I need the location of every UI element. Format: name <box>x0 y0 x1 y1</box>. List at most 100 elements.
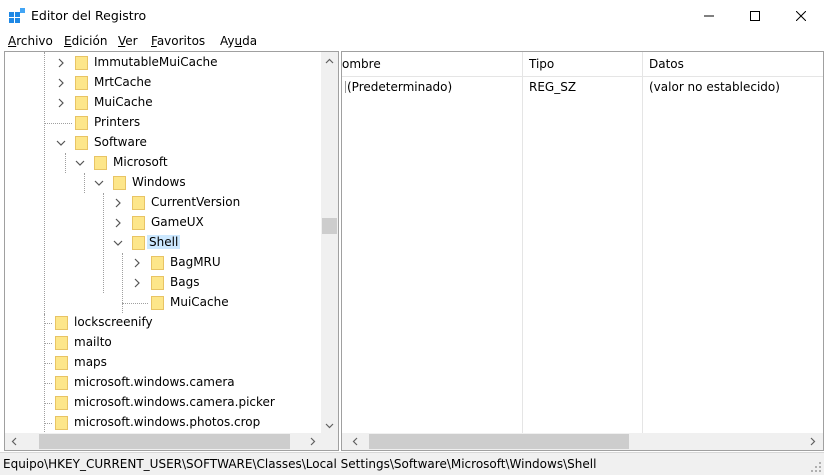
string-value-icon <box>342 81 346 93</box>
tree-item-label: Microsoft <box>113 155 168 169</box>
tree-item-label: Shell <box>147 235 181 249</box>
list-horizontal-scrollbar[interactable] <box>342 433 823 450</box>
values-list[interactable]: ombre Tipo Datos (Predeterminado) REG_SZ… <box>341 51 824 451</box>
tree-item-bags[interactable]: Bags <box>5 273 321 293</box>
tree-item-microsoft[interactable]: Microsoft <box>5 153 321 173</box>
column-divider[interactable] <box>642 52 643 434</box>
tree-item-maps[interactable]: maps <box>5 353 321 373</box>
chevron-right-icon[interactable] <box>56 77 66 89</box>
value-name: (Predeterminado) <box>342 80 452 94</box>
chevron-right-icon[interactable] <box>56 57 66 69</box>
current-key-path: Equipo\HKEY_CURRENT_USER\SOFTWARE\Classe… <box>3 457 597 471</box>
folder-icon <box>75 96 88 110</box>
resize-grip-icon[interactable] <box>810 461 822 473</box>
tree-item-label: microsoft.windows.camera.picker <box>74 395 275 409</box>
tree-guide <box>122 303 148 304</box>
column-header-tipo[interactable]: Tipo <box>529 52 554 76</box>
tree-item-muicache[interactable]: MuiCache <box>5 93 321 113</box>
tree-item-label: MrtCache <box>94 75 152 89</box>
tree-item-camera-picker[interactable]: microsoft.windows.camera.picker <box>5 393 321 413</box>
folder-icon <box>55 416 68 430</box>
tree-item-currentversion[interactable]: CurrentVersion <box>5 193 321 213</box>
maximize-icon <box>750 10 760 21</box>
folder-icon <box>75 136 88 150</box>
scroll-thumb[interactable] <box>369 434 629 449</box>
tree-item-printers[interactable]: Printers <box>5 113 321 133</box>
folder-icon <box>75 116 88 130</box>
registry-tree[interactable]: ImmutableMuiCache MrtCache MuiCache Prin… <box>4 51 339 451</box>
tree-item-bagmru[interactable]: BagMRU <box>5 253 321 273</box>
folder-icon <box>151 256 164 270</box>
menu-edicion[interactable]: Edición <box>64 34 107 48</box>
chevron-right-icon[interactable] <box>56 97 66 109</box>
tree-item-label: BagMRU <box>170 255 221 269</box>
minimize-button[interactable] <box>686 0 732 31</box>
chevron-right-icon[interactable] <box>132 257 142 269</box>
scroll-left-button[interactable] <box>346 433 363 450</box>
scrollbar-corner <box>321 433 338 450</box>
registry-editor-icon <box>9 8 25 23</box>
chevron-right-icon[interactable] <box>113 217 123 229</box>
value-type: REG_SZ <box>529 80 577 94</box>
scroll-right-icon <box>810 437 815 446</box>
menu-archivo[interactable]: Archivo <box>8 34 53 48</box>
folder-icon <box>151 276 164 290</box>
tree-item-label: MuiCache <box>170 295 229 309</box>
scroll-up-button[interactable] <box>321 52 338 69</box>
tree-item-photos-crop[interactable]: microsoft.windows.photos.crop <box>5 413 321 433</box>
folder-icon <box>55 316 68 330</box>
tree-item-label: CurrentVersion <box>151 195 241 209</box>
close-button[interactable] <box>778 0 824 31</box>
maximize-button[interactable] <box>732 0 778 31</box>
chevron-down-icon[interactable] <box>56 137 66 149</box>
tree-item-mailto[interactable]: mailto <box>5 333 321 353</box>
scroll-down-button[interactable] <box>321 417 338 434</box>
tree-item-shell[interactable]: Shell <box>5 233 321 253</box>
tree-item-immutablemuicache[interactable]: ImmutableMuiCache <box>5 53 321 73</box>
close-icon <box>796 10 806 21</box>
chevron-down-icon[interactable] <box>75 157 85 169</box>
folder-icon <box>113 176 126 190</box>
tree-item-windows[interactable]: Windows <box>5 173 321 193</box>
column-header-nombre[interactable]: ombre <box>342 52 381 76</box>
tree-item-mrtcache[interactable]: MrtCache <box>5 73 321 93</box>
scroll-right-button[interactable] <box>804 433 821 450</box>
tree-item-label: MuiCache <box>94 95 153 109</box>
chevron-right-icon[interactable] <box>132 277 142 289</box>
status-bar: Equipo\HKEY_CURRENT_USER\SOFTWARE\Classe… <box>0 452 824 475</box>
tree-guide <box>44 423 52 424</box>
tree-item-muicache-sub[interactable]: MuiCache <box>5 293 321 313</box>
tree-item-label: microsoft.windows.camera <box>74 375 235 389</box>
chevron-down-icon[interactable] <box>94 177 104 189</box>
value-data: (valor no establecido) <box>649 80 780 94</box>
menu-ayuda[interactable]: Ayuda <box>220 34 257 48</box>
scroll-left-icon <box>352 437 357 446</box>
tree-item-label: mailto <box>74 335 112 349</box>
scroll-right-icon <box>310 437 315 446</box>
title-bar[interactable]: Editor del Registro <box>0 0 824 31</box>
tree-horizontal-scrollbar[interactable] <box>5 433 338 450</box>
tree-item-gameux[interactable]: GameUX <box>5 213 321 233</box>
tree-item-camera[interactable]: microsoft.windows.camera <box>5 373 321 393</box>
tree-item-software[interactable]: Software <box>5 133 321 153</box>
folder-icon <box>55 396 68 410</box>
chevron-right-icon[interactable] <box>113 197 123 209</box>
scroll-right-button[interactable] <box>304 433 321 450</box>
tree-item-label: microsoft.windows.photos.crop <box>74 415 261 429</box>
column-divider[interactable] <box>522 52 523 434</box>
menu-favoritos[interactable]: Favoritos <box>151 34 205 48</box>
scroll-thumb[interactable] <box>39 434 290 449</box>
tree-vertical-scrollbar[interactable] <box>321 52 338 434</box>
menu-ver[interactable]: Ver <box>118 34 138 48</box>
scroll-left-button[interactable] <box>5 433 22 450</box>
scroll-thumb[interactable] <box>322 218 337 234</box>
header-separator <box>342 76 823 77</box>
tree-guide <box>44 363 52 364</box>
column-header-datos[interactable]: Datos <box>649 52 684 76</box>
folder-icon <box>55 356 68 370</box>
tree-guide <box>44 323 52 324</box>
folder-icon <box>75 56 88 70</box>
tree-item-lockscreenify[interactable]: lockscreenify <box>5 313 321 333</box>
chevron-down-icon[interactable] <box>113 237 123 249</box>
tree-guide <box>44 383 52 384</box>
